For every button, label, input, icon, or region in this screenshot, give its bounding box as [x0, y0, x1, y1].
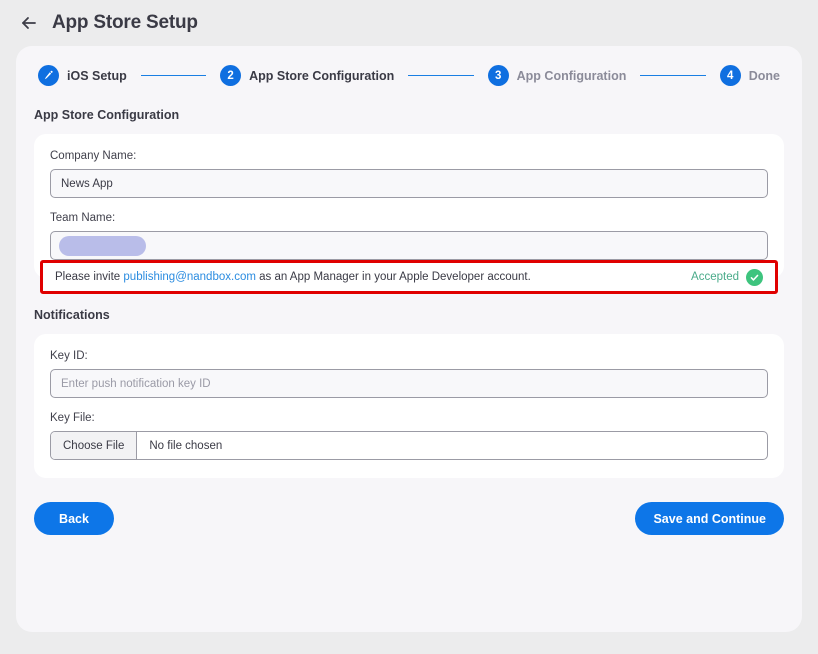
step-label-app-configuration: App Configuration — [517, 69, 627, 83]
back-button[interactable]: Back — [34, 502, 114, 535]
field-spacer — [50, 398, 768, 412]
selected-file-name: No file chosen — [137, 432, 222, 459]
save-and-continue-button[interactable]: Save and Continue — [635, 502, 784, 535]
key-id-label: Key ID: — [50, 350, 768, 362]
publishing-email-link[interactable]: publishing@nandbox.com — [123, 271, 256, 283]
footer-actions: Back Save and Continue — [16, 478, 802, 535]
invite-text-before: Please invite — [55, 271, 123, 283]
step-label-ios-setup: iOS Setup — [67, 69, 127, 83]
team-name-label: Team Name: — [50, 212, 768, 224]
top-bar: App Store Setup — [0, 0, 818, 46]
step-ios-setup[interactable]: iOS Setup — [38, 65, 127, 86]
back-arrow-icon[interactable] — [14, 8, 44, 38]
status-badge: Accepted — [691, 271, 739, 283]
notifications-panel: Key ID: Key File: Choose File No file ch… — [34, 334, 784, 478]
step-connector-1 — [141, 75, 206, 77]
step-done[interactable]: 4 Done — [720, 65, 780, 86]
setup-card: iOS Setup 2 App Store Configuration 3 Ap… — [16, 46, 802, 632]
team-name-input[interactable] — [50, 231, 768, 260]
step-connector-2 — [408, 75, 473, 77]
app-store-configuration-panel: Company Name: Team Name: Please invite p… — [34, 134, 784, 278]
pencil-icon — [38, 65, 59, 86]
company-name-label: Company Name: — [50, 150, 768, 162]
invite-text-after: as an App Manager in your Apple Develope… — [256, 271, 531, 283]
company-name-input[interactable] — [50, 169, 768, 198]
key-file-label: Key File: — [50, 412, 768, 424]
step-app-store-configuration[interactable]: 2 App Store Configuration — [220, 65, 394, 86]
choose-file-button[interactable]: Choose File — [51, 432, 137, 459]
step-number-2: 2 — [220, 65, 241, 86]
field-spacer — [50, 198, 768, 212]
section-title-notifications: Notifications — [34, 308, 802, 322]
step-app-configuration[interactable]: 3 App Configuration — [488, 65, 627, 86]
key-file-input[interactable]: Choose File No file chosen — [50, 431, 768, 460]
step-number-4: 4 — [720, 65, 741, 86]
step-number-3: 3 — [488, 65, 509, 86]
section-title-app-store-configuration: App Store Configuration — [34, 108, 802, 122]
invite-alert: Please invite publishing@nandbox.com as … — [40, 260, 778, 294]
invite-status: Accepted — [691, 269, 763, 286]
step-connector-3 — [640, 75, 705, 77]
check-circle-icon — [746, 269, 763, 286]
stepper: iOS Setup 2 App Store Configuration 3 Ap… — [16, 46, 802, 86]
page-title: App Store Setup — [52, 12, 198, 34]
step-label-done: Done — [749, 69, 780, 83]
step-label-app-store-configuration: App Store Configuration — [249, 69, 394, 83]
key-id-input[interactable] — [50, 369, 768, 398]
team-name-loading-placeholder — [59, 236, 146, 256]
invite-alert-text: Please invite publishing@nandbox.com as … — [55, 271, 531, 283]
